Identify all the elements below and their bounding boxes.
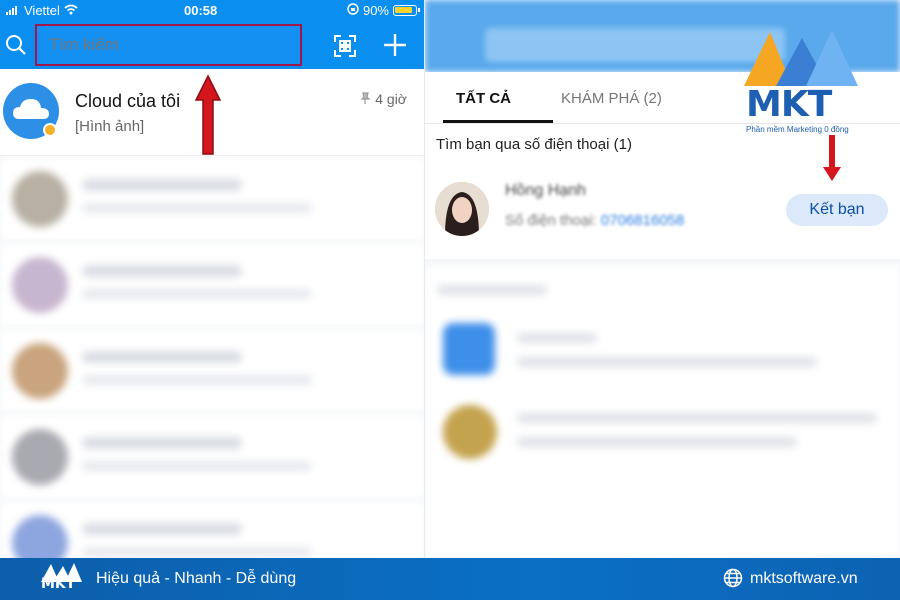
chat-time-group: 4 giờ (359, 91, 407, 107)
blurred-line (82, 547, 312, 557)
carrier-group: Viettel (6, 3, 78, 18)
tab-all[interactable]: TẤT CẢ (456, 90, 511, 107)
chat-timestamp: 4 giờ (375, 91, 407, 107)
mkt-logo-mark-icon (744, 30, 858, 86)
blurred-line (517, 357, 817, 367)
cloud-avatar (3, 83, 59, 139)
blurred-avatar (443, 405, 497, 459)
qr-scan-icon[interactable] (333, 34, 357, 63)
battery-percent: 90% (362, 3, 389, 18)
list-item[interactable] (0, 157, 425, 242)
blurred-line (517, 437, 797, 447)
battery-icon (393, 5, 420, 16)
blurred-results (425, 265, 900, 558)
chat-list-screen: Viettel 00:58 90% Cloud (0, 0, 425, 558)
blurred-search-field (485, 28, 785, 62)
verified-badge-icon (43, 123, 57, 137)
contact-name: Hồng Hạnh (505, 182, 586, 199)
blurred-line (82, 437, 242, 449)
chat-title: Cloud của tôi (75, 91, 181, 111)
phone-label: Số điện thoại: (505, 212, 597, 229)
blurred-line (517, 333, 597, 343)
search-header (0, 22, 425, 69)
tab-explore[interactable]: KHÁM PHÁ (2) (561, 90, 662, 107)
person-photo-icon (435, 182, 489, 236)
blurred-line (82, 351, 242, 363)
blurred-line (82, 461, 312, 471)
blurred-app-icon (443, 323, 495, 375)
search-input[interactable] (35, 24, 302, 66)
rotation-lock-icon (347, 3, 359, 18)
brand-footer: MKT Hiệu quả - Nhanh - Dễ dùng mktsoftwa… (0, 558, 900, 600)
chat-preview: [Hình ảnh] (75, 118, 145, 135)
section-title: Tìm bạn qua số điện thoại (1) (436, 136, 632, 153)
contact-phone: Số điện thoại: 0706816058 (505, 212, 684, 229)
avatar[interactable] (435, 182, 489, 236)
up-arrow-icon (194, 74, 222, 161)
add-friend-button[interactable]: Kết bạn (786, 194, 888, 226)
clock: 00:58 (184, 3, 218, 18)
footer-logo-text: MKT (41, 576, 76, 592)
list-item[interactable] (0, 415, 425, 500)
phone-number: 0706816058 (600, 212, 685, 229)
signal-icon (6, 3, 20, 18)
list-item[interactable] (0, 243, 425, 328)
blurred-line (82, 289, 312, 299)
blurred-line (82, 523, 242, 535)
footer-slogan: Hiệu quả - Nhanh - Dễ dùng (96, 570, 297, 587)
blurred-line (82, 203, 312, 213)
carrier-name: Viettel (24, 3, 60, 18)
blurred-line (437, 285, 547, 295)
plus-icon[interactable] (382, 32, 408, 63)
avatar (12, 171, 68, 227)
status-bar: Viettel 00:58 90% (0, 0, 425, 22)
search-icon[interactable] (5, 34, 27, 61)
footer-website-link[interactable]: mktsoftware.vn (750, 570, 858, 588)
blurred-line (82, 179, 242, 191)
battery-group: 90% (347, 3, 420, 18)
blurred-line (82, 265, 242, 277)
avatar (12, 515, 68, 558)
avatar (12, 429, 68, 485)
avatar (12, 343, 68, 399)
blurred-line (517, 413, 877, 423)
avatar (12, 257, 68, 313)
list-item[interactable] (0, 501, 425, 558)
down-arrow-icon (822, 133, 842, 188)
blurred-line (82, 375, 312, 385)
globe-icon (723, 568, 743, 593)
mkt-logo-text: MKT (746, 84, 832, 125)
list-item[interactable] (0, 329, 425, 414)
pin-icon (359, 91, 371, 107)
wifi-icon (64, 3, 78, 18)
active-tab-indicator (443, 120, 553, 123)
